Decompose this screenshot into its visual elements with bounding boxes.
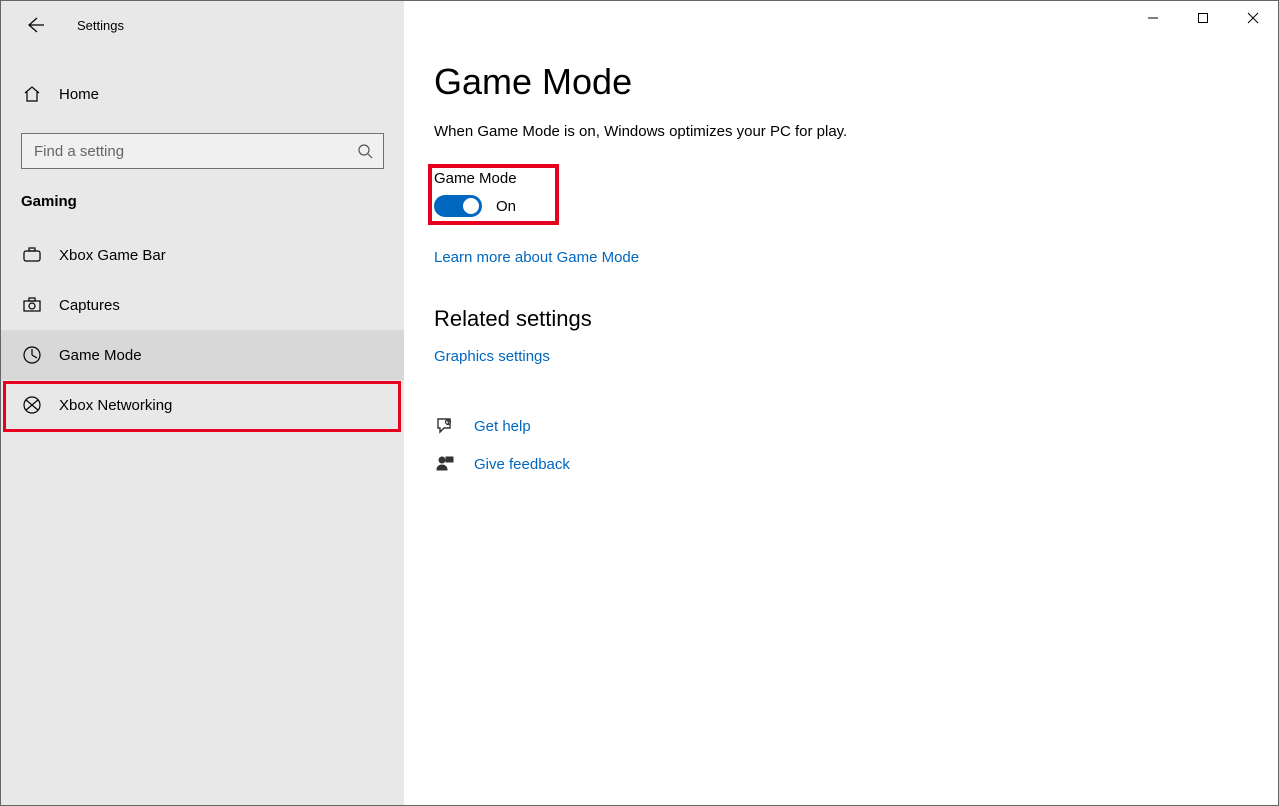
sidebar-nav: Xbox Game Bar Captures (1, 230, 404, 430)
get-help-link[interactable]: Get help (474, 418, 531, 435)
search-wrap (21, 133, 384, 169)
game-mode-toggle[interactable] (434, 195, 482, 217)
settings-window: Settings Home Gaming (0, 0, 1279, 806)
sidebar-item-label: Captures (59, 297, 120, 314)
sidebar-item-xbox-game-bar[interactable]: Xbox Game Bar (1, 230, 404, 280)
sidebar-category: Gaming (21, 193, 384, 210)
sidebar-item-xbox-networking[interactable]: Xbox Networking (1, 380, 404, 430)
give-feedback-row[interactable]: Give feedback (434, 453, 1248, 475)
get-help-row[interactable]: ? Get help (434, 415, 1248, 437)
maximize-button[interactable] (1178, 1, 1228, 35)
svg-text:?: ? (447, 420, 450, 426)
related-settings-title: Related settings (434, 306, 1248, 332)
gamemode-icon (21, 344, 43, 366)
sidebar-item-game-mode[interactable]: Game Mode (1, 330, 404, 380)
sidebar-item-captures[interactable]: Captures (1, 280, 404, 330)
search-input[interactable] (32, 142, 357, 161)
captures-icon (21, 294, 43, 316)
game-mode-toggle-block: Game Mode On (434, 170, 517, 217)
search-icon (357, 143, 373, 159)
sidebar-home[interactable]: Home (1, 69, 404, 119)
give-feedback-link[interactable]: Give feedback (474, 456, 570, 473)
graphics-settings-link[interactable]: Graphics settings (434, 348, 550, 365)
toggle-knob (463, 198, 479, 214)
help-icon: ? (434, 415, 456, 437)
gamebar-icon (21, 244, 43, 266)
page-description: When Game Mode is on, Windows optimizes … (434, 123, 1248, 140)
xbox-icon (21, 394, 43, 416)
sidebar: Settings Home Gaming (1, 1, 404, 805)
sidebar-home-label: Home (59, 86, 99, 103)
window-title: Settings (77, 18, 124, 33)
back-arrow-icon[interactable] (25, 15, 45, 35)
sidebar-item-label: Game Mode (59, 347, 142, 364)
search-box[interactable] (21, 133, 384, 169)
feedback-icon (434, 453, 456, 475)
page-title: Game Mode (434, 61, 1248, 103)
home-icon (21, 83, 43, 105)
learn-more-link[interactable]: Learn more about Game Mode (434, 249, 639, 266)
toggle-state: On (496, 198, 516, 215)
sidebar-item-label: Xbox Game Bar (59, 247, 166, 264)
sidebar-item-label: Xbox Networking (59, 397, 172, 414)
minimize-button[interactable] (1128, 1, 1178, 35)
close-button[interactable] (1228, 1, 1278, 35)
main-pane: Game Mode When Game Mode is on, Windows … (404, 1, 1278, 805)
sidebar-top: Settings (1, 1, 404, 49)
content: Game Mode When Game Mode is on, Windows … (404, 1, 1278, 475)
toggle-label: Game Mode (434, 170, 517, 187)
window-controls (1128, 1, 1278, 35)
